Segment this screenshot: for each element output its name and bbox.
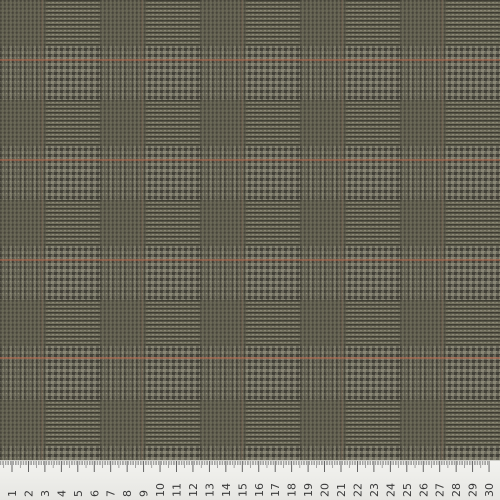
ruler-label: 20 xyxy=(319,483,332,497)
ruler-label: 29 xyxy=(467,483,480,497)
ruler-label: 27 xyxy=(434,483,447,497)
ruler-label: 2 xyxy=(22,490,35,497)
ruler-label: 16 xyxy=(253,483,266,497)
ruler-label: 28 xyxy=(450,483,463,497)
ruler-label: 15 xyxy=(236,483,249,497)
ruler-label: 3 xyxy=(39,490,52,497)
glen-check-fabric xyxy=(0,0,500,460)
ruler-label: 10 xyxy=(154,483,167,497)
measuring-ruler: 1 2 3 4 5 6 7 8 9 10 11 12 13 14 15 16 17 18 19 20 21 22 23 24 2… xyxy=(0,460,500,500)
ruler-label: 25 xyxy=(401,483,414,497)
ruler-label: 6 xyxy=(88,490,101,497)
ruler-label: 26 xyxy=(417,483,430,497)
ruler-label: 13 xyxy=(203,483,216,497)
ruler-scale: 1 2 3 4 5 6 7 8 9 10 11 12 13 14 15 16 17 18 19 20 21 22 23 24 2… xyxy=(0,461,496,497)
ruler-label: 30 xyxy=(483,483,496,497)
ruler-label: 18 xyxy=(286,483,299,497)
ruler-label: 5 xyxy=(72,490,85,497)
ruler-label: 9 xyxy=(138,490,151,497)
ruler-label: 23 xyxy=(368,483,381,497)
ruler-label: 1 xyxy=(6,490,19,497)
ruler-label: 8 xyxy=(121,490,134,497)
ruler-label: 19 xyxy=(302,483,315,497)
ruler-label: 21 xyxy=(335,483,348,497)
ruler-label: 22 xyxy=(351,483,364,497)
ruler-label: 7 xyxy=(105,490,118,497)
ruler-label: 12 xyxy=(187,483,200,497)
ruler-label: 14 xyxy=(220,483,233,497)
ruler-label: 11 xyxy=(171,483,184,497)
ruler-label: 17 xyxy=(269,483,282,497)
fabric-photo: 1 2 3 4 5 6 7 8 9 10 11 12 13 14 15 16 17 18 19 20 21 22 23 24 2… xyxy=(0,0,500,500)
ruler-label: 4 xyxy=(55,490,68,497)
ruler-label: 24 xyxy=(384,483,397,497)
